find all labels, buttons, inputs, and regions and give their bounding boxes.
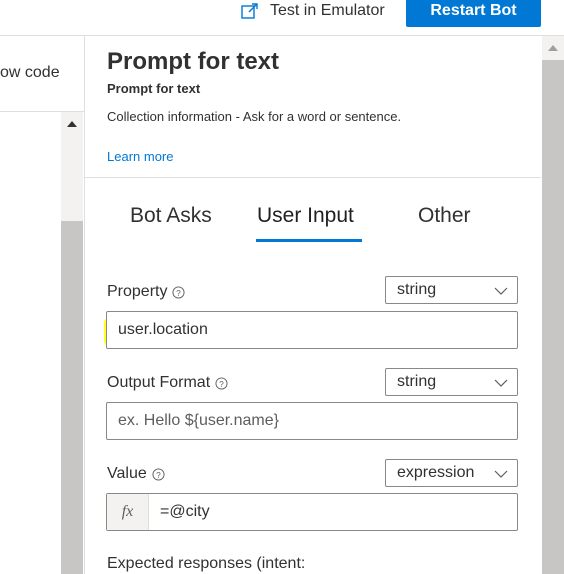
property-input[interactable]: user.location [106,311,518,349]
left-scroll-up-arrow-icon[interactable] [61,116,83,132]
property-type-dropdown[interactable]: string [385,276,518,304]
panel-subtitle: Prompt for text [107,81,201,96]
show-code-link[interactable]: ow code [0,64,60,82]
svg-text:?: ? [156,469,161,479]
right-scroll-up-arrow-icon[interactable] [542,40,564,56]
output-format-type-value: string [397,373,437,390]
value-type-dropdown[interactable]: expression [385,459,518,487]
top-toolbar: Test in Emulator Restart Bot [0,0,564,35]
test-in-emulator-label: Test in Emulator [270,2,385,19]
output-format-placeholder: ex. Hello ${user.name} [118,412,279,429]
fx-icon: fx [107,494,149,530]
output-format-label-text: Output Format [107,374,211,391]
tab-user-input[interactable]: User Input [257,204,354,228]
chevron-down-icon [494,470,508,478]
panel-title: Prompt for text [107,48,280,75]
info-icon[interactable]: ? [152,467,165,481]
info-icon[interactable]: ? [172,285,186,299]
value-expression-input[interactable]: fx =@city [106,493,518,531]
tab-other[interactable]: Other [418,204,471,228]
output-format-label: Output Format ? [107,374,228,392]
tab-bot-asks[interactable]: Bot Asks [130,204,212,228]
properties-panel: Prompt for text Prompt for text Collecti… [85,36,541,574]
property-label: Property ? [107,283,186,301]
header-divider [85,177,541,178]
property-label-text: Property [107,283,168,300]
restart-bot-button[interactable]: Restart Bot [406,0,541,27]
output-format-type-dropdown[interactable]: string [385,368,518,396]
panel-description: Collection information - Ask for a word … [107,109,402,124]
test-in-emulator-button[interactable]: Test in Emulator [240,0,385,22]
chevron-down-icon [494,379,508,387]
chevron-down-icon [494,287,508,295]
value-label: Value ? [107,465,165,483]
expected-responses-label: Expected responses (intent: [107,555,306,572]
active-tab-indicator [256,239,362,242]
info-icon[interactable]: ? [215,376,228,390]
value-label-text: Value [107,465,147,482]
left-scrollbar-thumb[interactable] [61,221,83,574]
learn-more-link[interactable]: Learn more [107,149,173,164]
output-format-input[interactable]: ex. Hello ${user.name} [106,402,518,440]
property-type-value: string [397,281,437,298]
svg-text:?: ? [219,378,224,388]
property-input-value: user.location [118,321,208,338]
value-type-value: expression [397,464,475,481]
open-external-icon [241,3,258,19]
svg-text:?: ? [177,287,182,297]
right-scrollbar-thumb[interactable] [542,60,564,574]
value-expression-value: =@city [160,503,210,520]
